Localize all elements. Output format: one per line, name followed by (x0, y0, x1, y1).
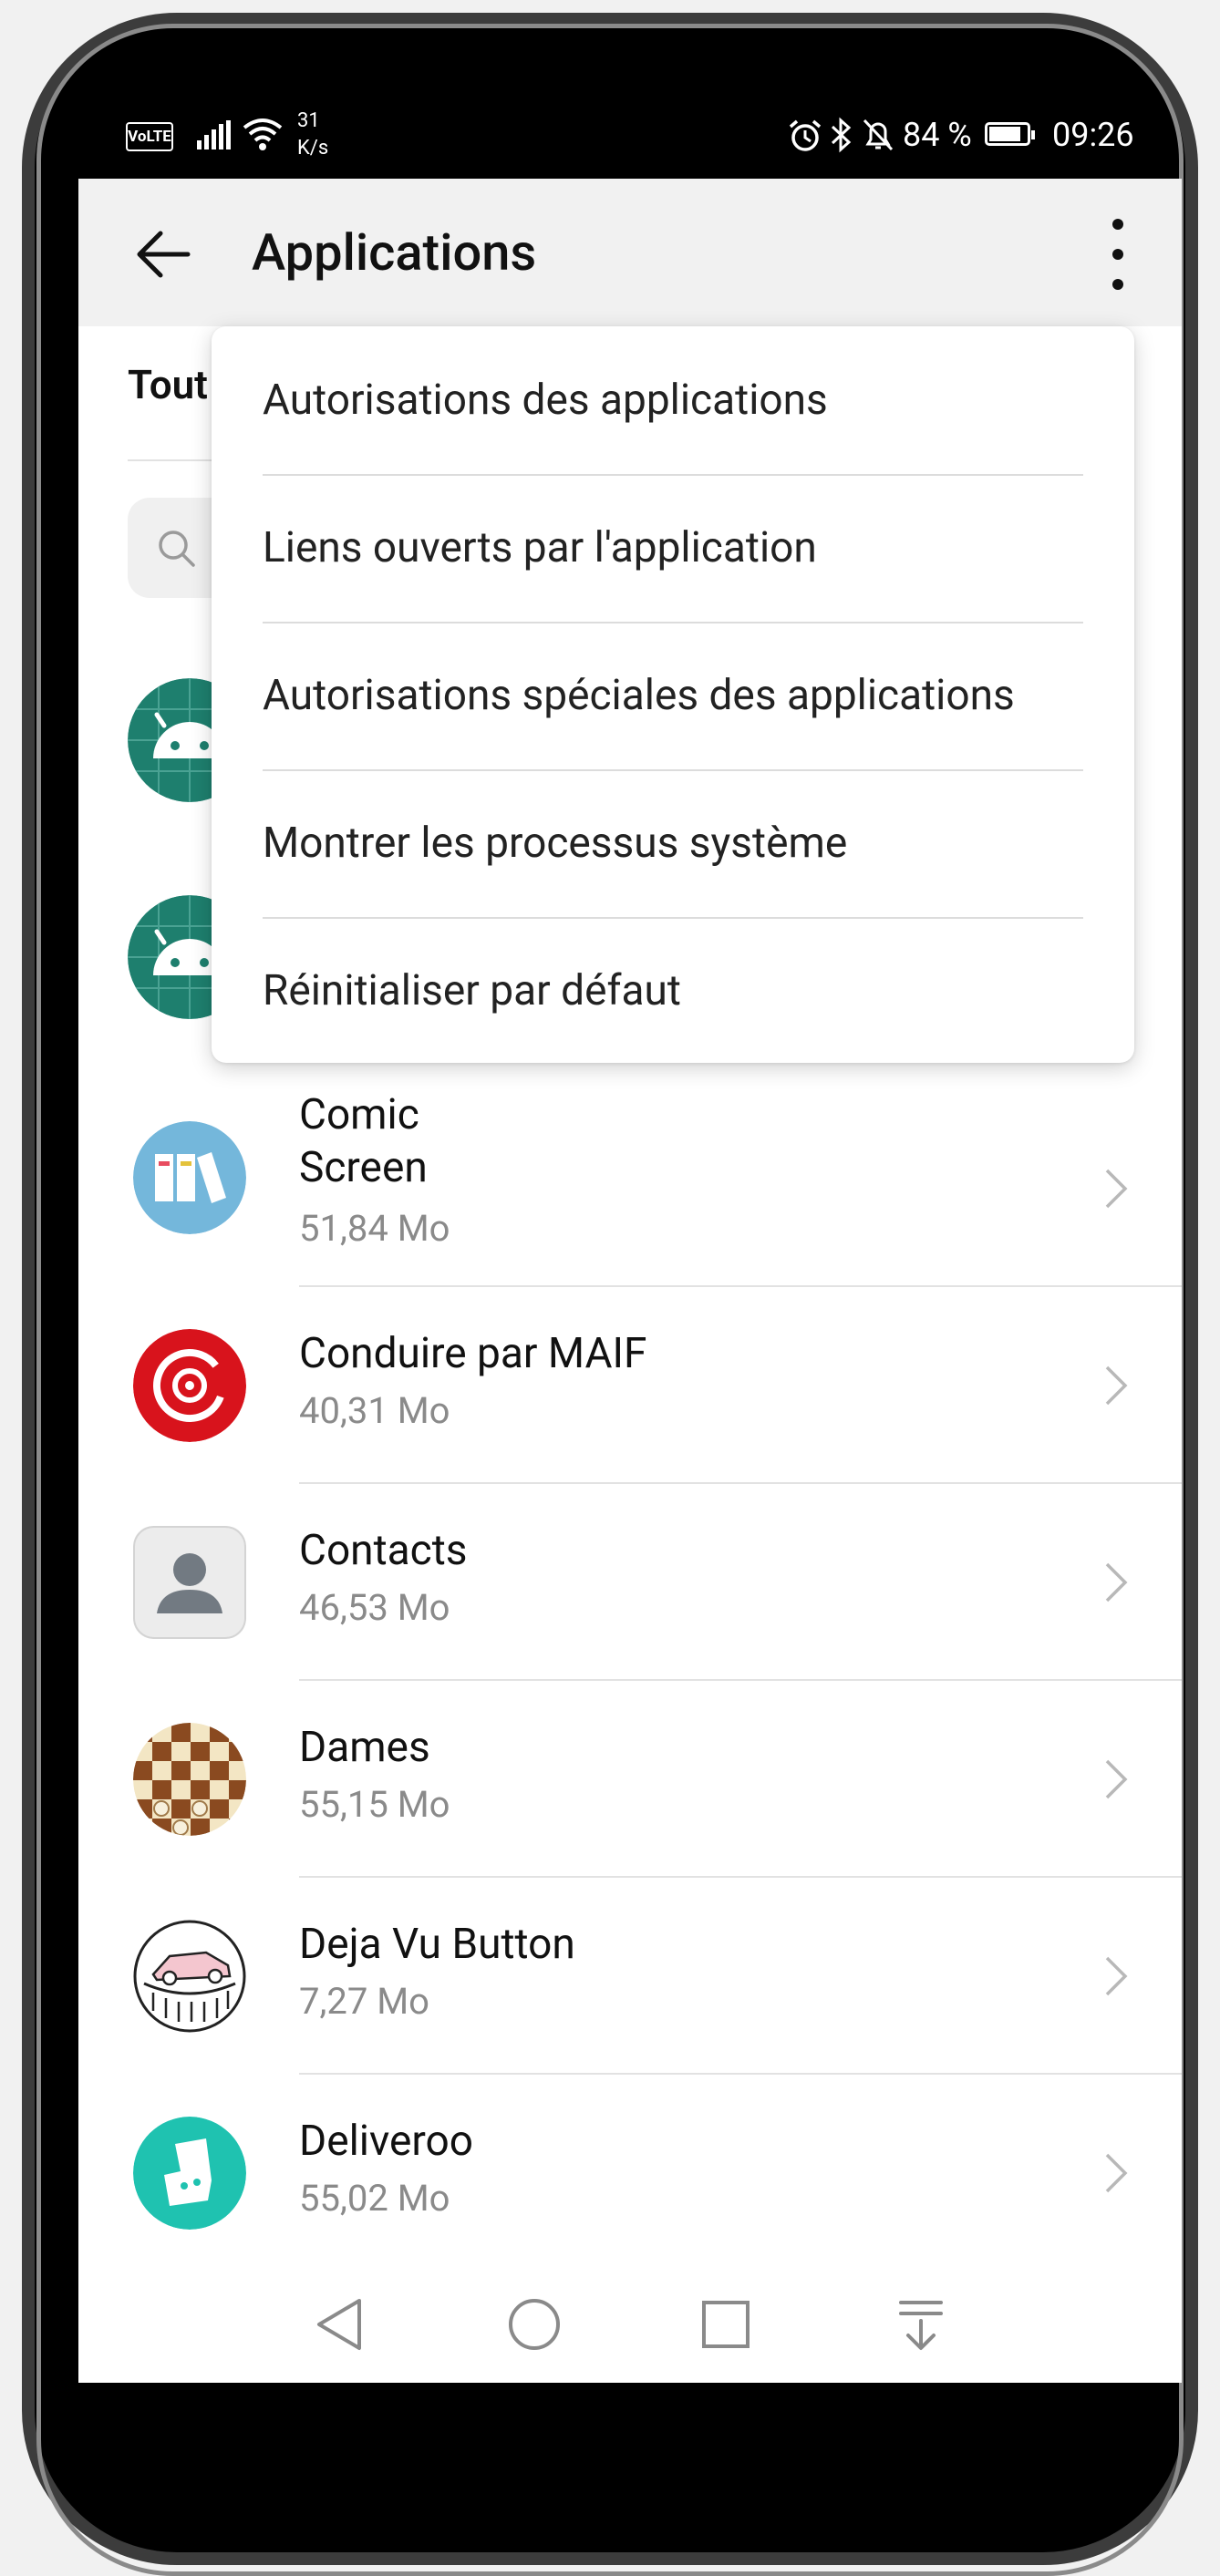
clock: 09:26 (1052, 116, 1134, 154)
deja-vu-icon (133, 1920, 246, 2033)
list-item-deja-vu[interactable]: Deja Vu Button 7,27 Mo (78, 1878, 1182, 2075)
nav-recents-icon[interactable] (698, 2295, 753, 2354)
app-name: Conduire par MAIF (299, 1329, 647, 1378)
network-speed: 31 K/s (297, 109, 329, 160)
bluetooth-icon (831, 117, 852, 153)
menu-item-reset-defaults[interactable]: Réinitialiser par défaut (263, 917, 1083, 1065)
muted-bell-icon (863, 118, 894, 151)
app-size: 40,31 Mo (299, 1389, 450, 1432)
nav-back-icon[interactable] (314, 2295, 365, 2354)
chevron-right-icon (1105, 2153, 1128, 2193)
battery-fill (989, 127, 1020, 141)
tab-all[interactable]: Tout (128, 361, 208, 408)
contacts-icon (133, 1526, 246, 1639)
search-icon (159, 531, 195, 567)
wifi-icon (243, 118, 283, 150)
app-name: Deliveroo (299, 2117, 473, 2166)
nav-home-icon[interactable] (505, 2295, 563, 2354)
status-bar: VoLTE 31 K/s 84 % 09:26 (78, 91, 1182, 179)
navigation-bar (78, 2268, 1182, 2383)
app-size: 51,84 Mo (299, 1207, 450, 1250)
app-name: Comic (299, 1090, 419, 1139)
list-item-maif[interactable]: Conduire par MAIF 40,31 Mo (78, 1287, 1182, 1484)
nav-notifications-icon[interactable] (895, 2295, 946, 2354)
app-size: 7,27 Mo (299, 1980, 429, 2023)
app-name: Deja Vu Button (299, 1920, 575, 1969)
menu-item-opened-links[interactable]: Liens ouverts par l'application (263, 474, 1083, 622)
app-name: Dames (299, 1723, 430, 1772)
battery-percent: 84 % (903, 116, 972, 154)
app-name: Contacts (299, 1526, 468, 1575)
app-size: 46,53 Mo (299, 1586, 450, 1629)
overflow-menu: Autorisations des applications Liens ouv… (212, 326, 1134, 1063)
alarm-icon (789, 119, 822, 151)
app-name-line2: Screen (299, 1143, 428, 1192)
list-item-contacts[interactable]: Contacts 46,53 Mo (78, 1484, 1182, 1681)
chevron-right-icon (1105, 1759, 1128, 1799)
chevron-right-icon (1105, 1365, 1128, 1406)
app-bar: Applications (78, 179, 1182, 326)
chevron-right-icon (1105, 1169, 1128, 1209)
signal-icon (197, 120, 231, 149)
checkers-icon (133, 1723, 246, 1836)
more-options-icon[interactable] (1100, 219, 1136, 290)
page-title: Applications (252, 222, 537, 283)
menu-item-app-permissions[interactable]: Autorisations des applications (263, 326, 1083, 474)
list-item-comic-screen[interactable]: Comic Screen 51,84 Mo (78, 1081, 1182, 1287)
app-size: 55,02 Mo (299, 2177, 450, 2220)
chevron-right-icon (1105, 1562, 1128, 1602)
list-item-dames[interactable]: Dames 55,15 Mo (78, 1681, 1182, 1878)
app-size: 55,15 Mo (299, 1783, 450, 1826)
battery-icon (985, 122, 1035, 146)
list-item-deliveroo[interactable]: Deliveroo 55,02 Mo (78, 2075, 1182, 2272)
menu-item-show-system-processes[interactable]: Montrer les processus système (263, 769, 1083, 917)
volte-badge: VoLTE (126, 122, 173, 151)
back-arrow-icon[interactable] (133, 224, 193, 284)
maif-icon (133, 1329, 246, 1442)
menu-item-special-permissions[interactable]: Autorisations spéciales des applications (263, 622, 1083, 769)
screen: Applications Tout Comic Screen 51,84 Mo … (78, 179, 1182, 2383)
deliveroo-icon (133, 2117, 246, 2230)
chevron-right-icon (1105, 1956, 1128, 1996)
comic-screen-icon (133, 1121, 246, 1234)
